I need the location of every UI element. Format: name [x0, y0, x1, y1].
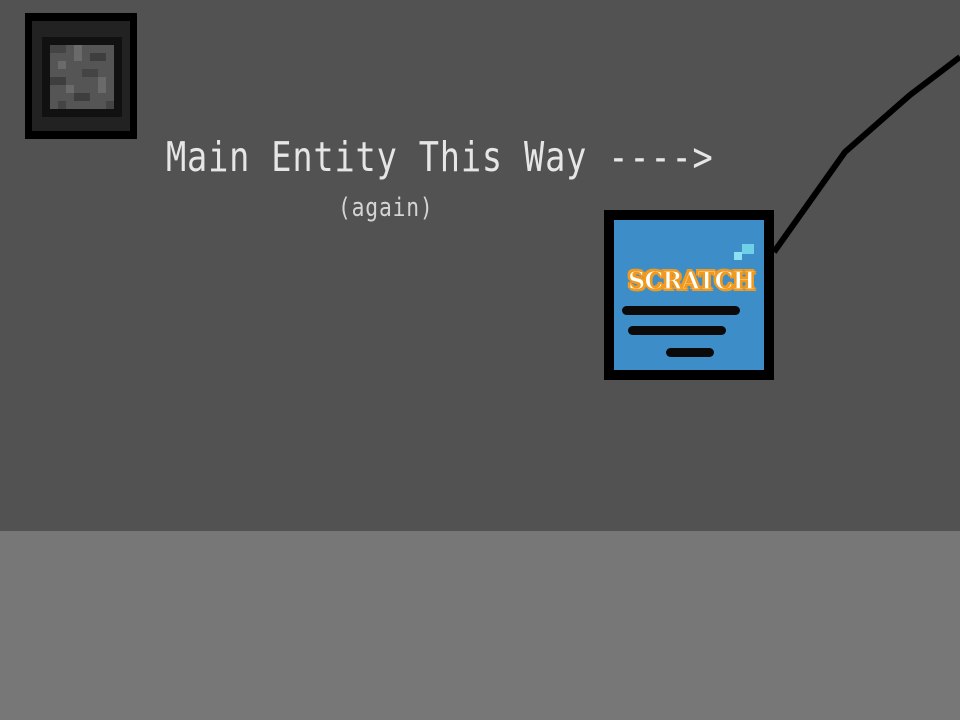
pixel-sparkle-icon	[734, 252, 742, 260]
scratch-notice-icon[interactable]: SCRATCH	[604, 210, 774, 380]
text-line	[666, 348, 714, 357]
main-sign-text: Main Entity This Way ---->	[166, 133, 714, 181]
floor	[0, 531, 960, 720]
scratch-notice-panel: SCRATCH	[614, 220, 764, 370]
text-line	[628, 326, 726, 335]
back-wall	[0, 0, 960, 531]
sub-sign-text: (again)	[338, 193, 434, 223]
menu-button[interactable]	[20, 13, 137, 139]
scratch-logo: SCRATCH	[627, 265, 756, 295]
game-stage: Main Entity This Way ----> (again) SCRAT…	[0, 0, 960, 720]
stone-block-icon	[25, 13, 137, 139]
pixel-sparkle-icon	[742, 244, 754, 254]
text-line	[622, 306, 740, 315]
